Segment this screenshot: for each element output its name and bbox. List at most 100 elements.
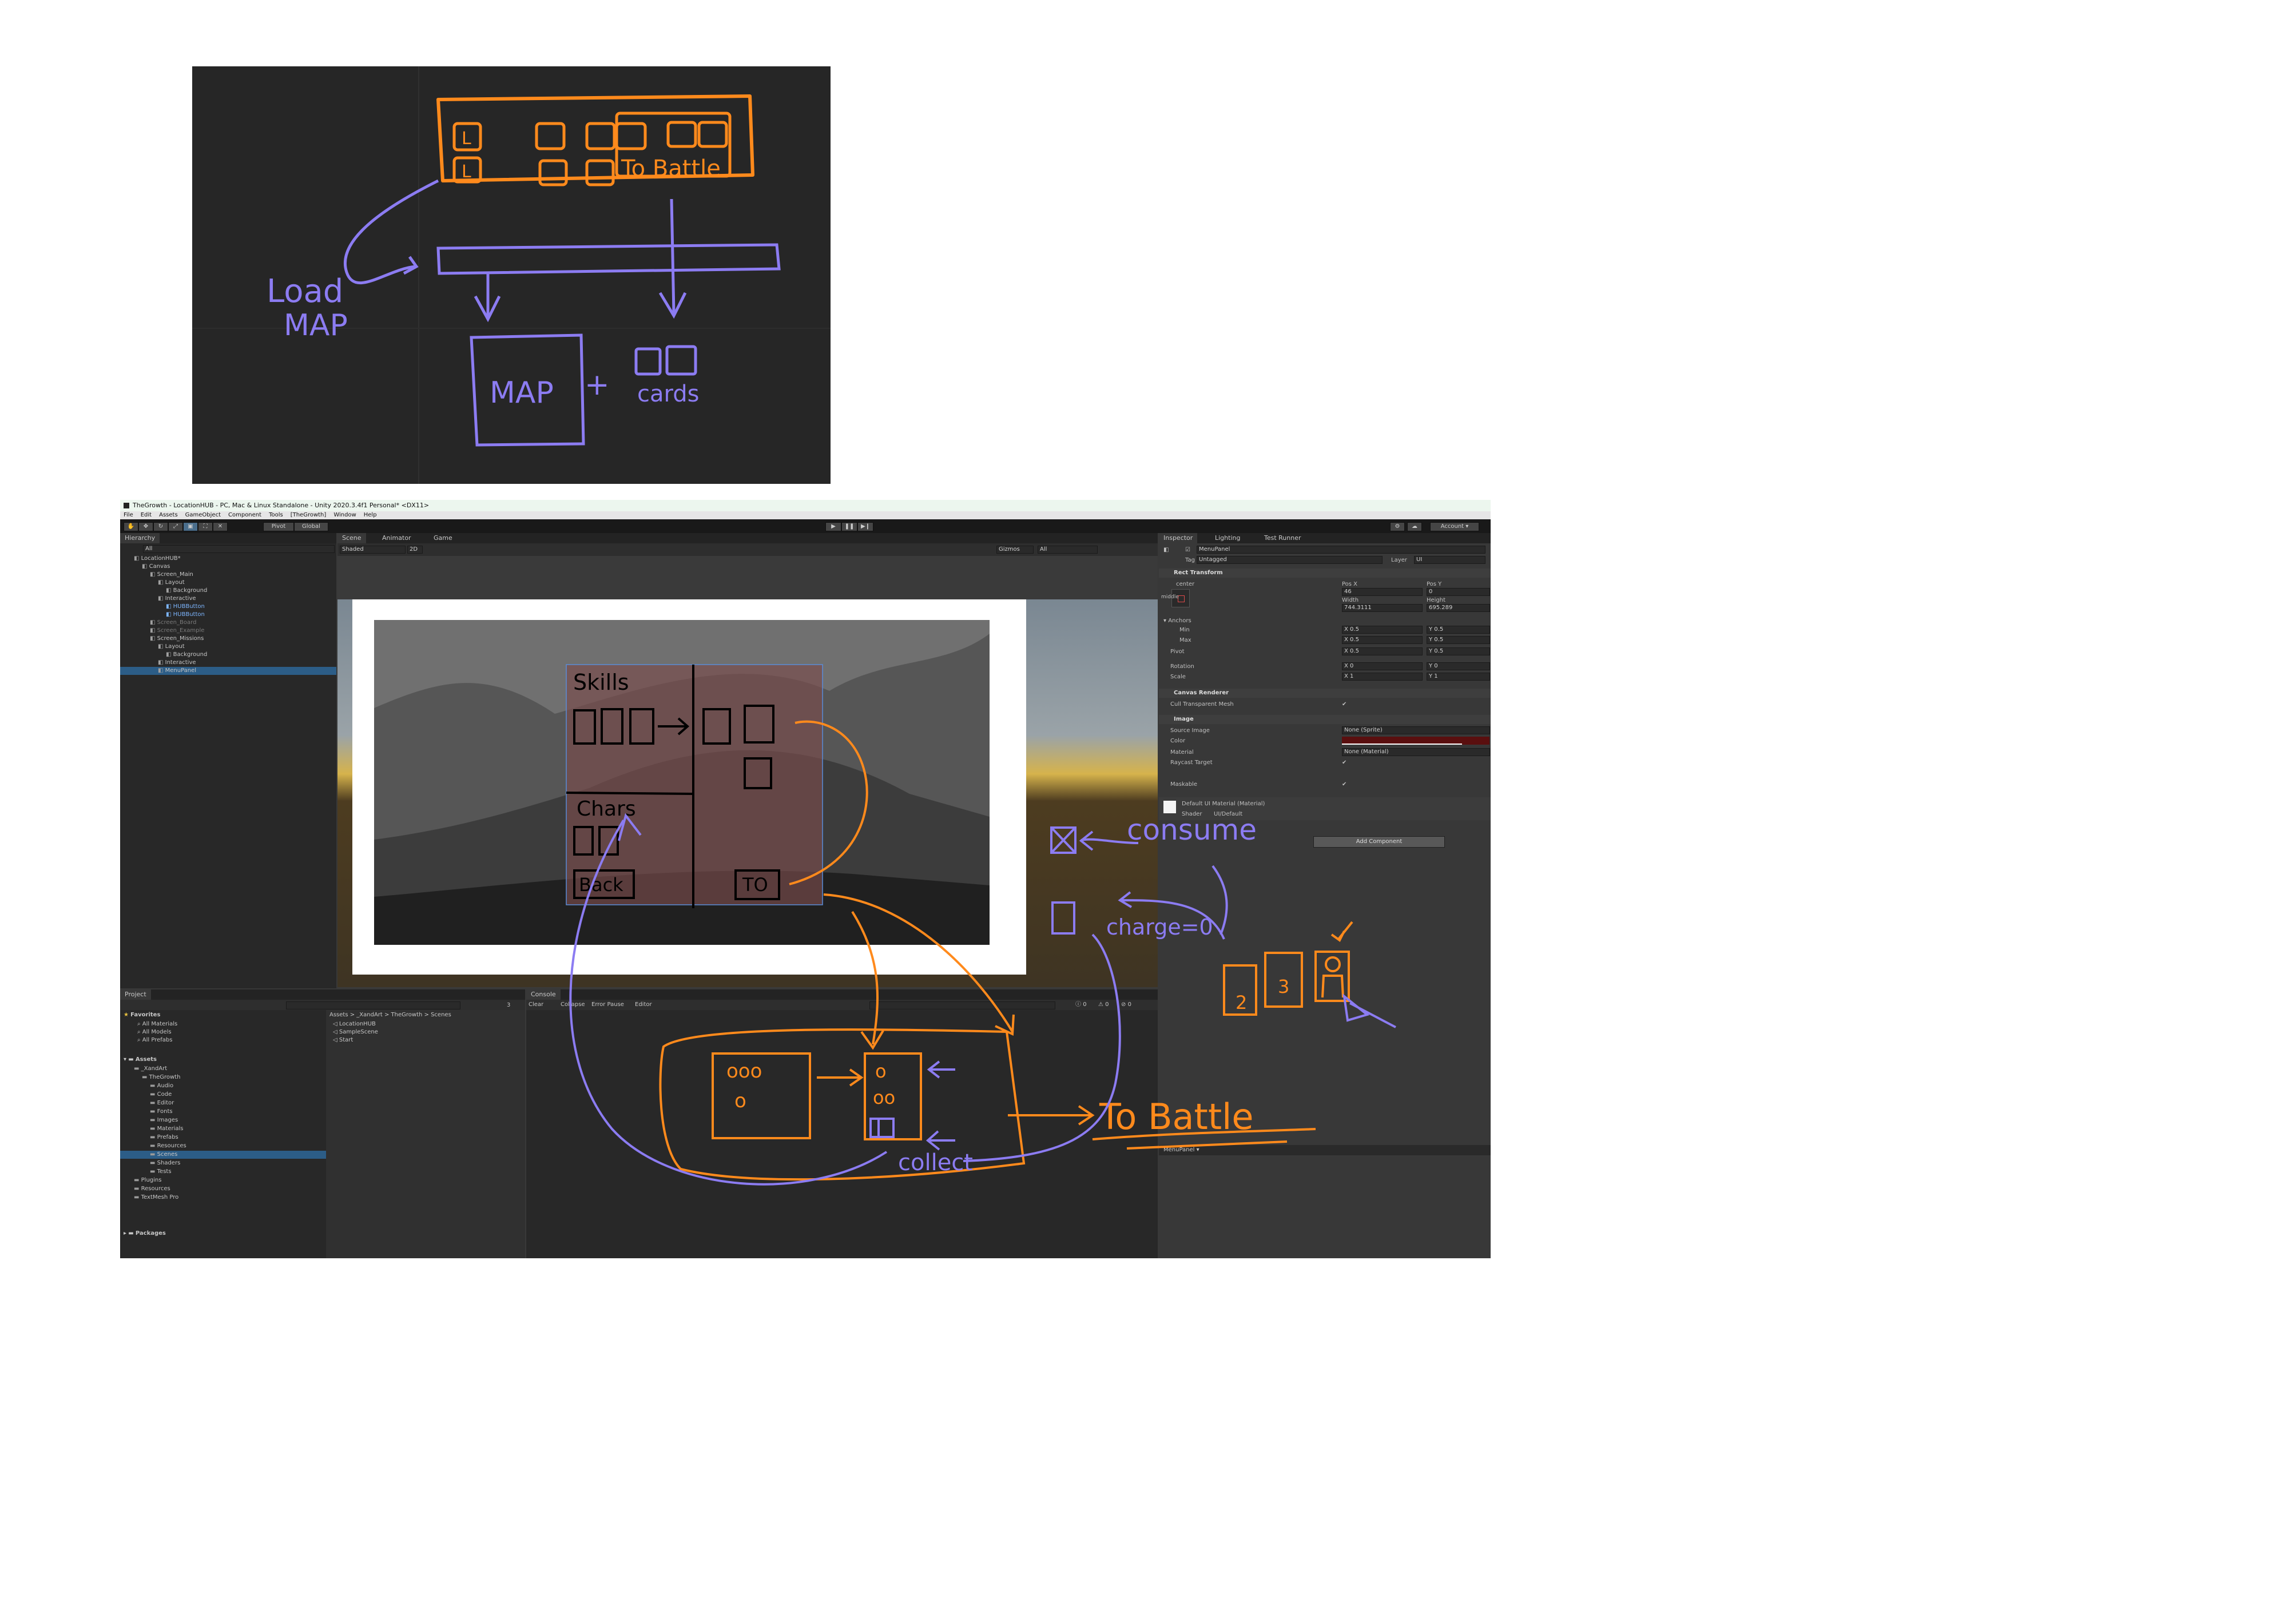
asset-folder[interactable]: ▬ Editor (120, 1099, 350, 1107)
gizmos-dropdown[interactable]: Gizmos (996, 546, 1034, 554)
console-search-input[interactable] (869, 1001, 1055, 1009)
cull-mesh-checkbox[interactable]: ✔ (1342, 701, 1346, 708)
preview-bar[interactable]: MenuPanel ▾ (1159, 1145, 1491, 1155)
material-field[interactable]: None (Material) (1342, 748, 1490, 756)
hierarchy-item[interactable]: ◧ Canvas (120, 563, 336, 571)
global-toggle[interactable]: Global (294, 522, 328, 531)
source-image-field[interactable]: None (Sprite) (1342, 726, 1490, 734)
asset-folder[interactable]: ▬ TheGrowth (120, 1074, 342, 1082)
menu-thegrowth[interactable]: [TheGrowth] (291, 512, 327, 518)
play-button[interactable]: ▶ (825, 522, 841, 531)
tab-project[interactable]: Project (120, 989, 151, 1000)
menu-window[interactable]: Window (333, 512, 356, 518)
height-field[interactable]: 695.289 (1427, 604, 1490, 612)
object-name-field[interactable]: MenuPanel (1197, 546, 1485, 554)
favorites-item[interactable]: ⌕ All Materials (137, 1020, 177, 1028)
asset-folder[interactable]: ▬ Images (120, 1116, 350, 1124)
tab-console[interactable]: Console (526, 989, 561, 1000)
hierarchy-item[interactable]: ◧ Layout (120, 579, 336, 587)
pivot-x-field[interactable]: X 0.5 (1342, 647, 1423, 655)
cloud-icon[interactable]: ☁ (1407, 522, 1422, 531)
favorites-item[interactable]: ⌕ All Models (137, 1028, 172, 1036)
anchors-max-y-field[interactable]: Y 0.5 (1427, 636, 1490, 644)
shading-dropdown[interactable]: Shaded (340, 546, 406, 554)
scale-tool-icon[interactable]: ⤢ (168, 522, 183, 531)
tab-inspector[interactable]: Inspector (1159, 533, 1198, 543)
rect-tool-icon[interactable]: ▣ (183, 522, 198, 531)
asset-folder[interactable]: ▬ Resources (120, 1142, 350, 1150)
pause-button[interactable]: ❚❚ (841, 522, 857, 531)
scene-file[interactable]: ◁ LocationHUB (333, 1020, 376, 1028)
2d-toggle[interactable]: 2D (407, 546, 423, 554)
hierarchy-item[interactable]: ◧ Interactive (120, 595, 336, 603)
asset-folder[interactable]: ▬ Prefabs (120, 1134, 350, 1142)
tab-lighting[interactable]: Lighting (1210, 533, 1245, 543)
tab-scene[interactable]: Scene (337, 533, 366, 543)
console-warning-count[interactable]: ⚠ 0 (1098, 1001, 1109, 1009)
assets-folder[interactable]: ▾ ▬ Assets (124, 1056, 157, 1064)
asset-folder[interactable]: ▬ TextMesh Pro (120, 1194, 334, 1202)
hierarchy-item[interactable]: ◧ Screen_Board (120, 619, 336, 627)
asset-folder[interactable]: ▬ Code (120, 1091, 350, 1099)
menu-gameobject[interactable]: GameObject (185, 512, 221, 518)
menu-help[interactable]: Help (364, 512, 377, 518)
account-dropdown[interactable]: Account ▾ (1430, 522, 1479, 531)
hierarchy-item[interactable]: ◧ Interactive (120, 659, 336, 667)
rect-transform-header[interactable]: Rect Transform (1159, 569, 1491, 578)
hierarchy-item[interactable]: ◧ Background (120, 651, 336, 659)
packages-folder[interactable]: ▸ ▬ Packages (124, 1230, 166, 1238)
asset-folder[interactable]: ▬ Plugins (120, 1176, 334, 1184)
console-log-count[interactable]: ⓘ 0 (1075, 1001, 1087, 1009)
hierarchy-item[interactable]: ◧ Screen_Missions (120, 635, 336, 643)
rotate-tool-icon[interactable]: ↻ (153, 522, 168, 531)
hierarchy-item[interactable]: ◧ Screen_Example (120, 627, 336, 635)
hierarchy-item[interactable]: ◧ HUBButton (120, 603, 336, 611)
scene-file[interactable]: ◁ SampleScene (333, 1028, 378, 1036)
move-tool-icon[interactable]: ✥ (138, 522, 153, 531)
layer-dropdown[interactable]: UI (1414, 556, 1485, 564)
hierarchy-item[interactable]: ◧ Layout (120, 643, 336, 651)
menu-component[interactable]: Component (228, 512, 261, 518)
menu-tools[interactable]: Tools (269, 512, 283, 518)
console-editor-dropdown[interactable]: Editor (635, 1001, 652, 1009)
menu-file[interactable]: File (124, 512, 133, 518)
image-header[interactable]: Image (1159, 715, 1491, 724)
pos-x-field[interactable]: 46 (1342, 588, 1423, 596)
pos-y-field[interactable]: 0 (1427, 588, 1490, 596)
hierarchy-item[interactable]: ◧ Background (120, 587, 336, 595)
color-field[interactable] (1342, 737, 1489, 745)
asset-folder[interactable]: ▬ Scenes (120, 1151, 350, 1159)
favorites-item[interactable]: ⌕ All Prefabs (137, 1036, 172, 1044)
asset-folder[interactable]: ▬ Materials (120, 1125, 350, 1133)
scene-file[interactable]: ◁ Start (333, 1036, 353, 1044)
active-checkbox[interactable]: ☑ (1185, 547, 1190, 554)
collab-icon[interactable]: ⚙ (1390, 522, 1405, 531)
asset-folder[interactable]: ▬ Fonts (120, 1108, 350, 1116)
project-search-input[interactable] (286, 1001, 460, 1009)
hand-tool-icon[interactable]: ✋ (124, 522, 138, 531)
hierarchy-search-input[interactable]: All (143, 545, 335, 553)
menu-edit[interactable]: Edit (141, 512, 152, 518)
hierarchy-item[interactable]: ◧ Screen_Main (120, 571, 336, 579)
anchors-max-x-field[interactable]: X 0.5 (1342, 636, 1423, 644)
tab-animator[interactable]: Animator (378, 533, 416, 543)
transform-tool-icon[interactable]: ⛶ (198, 522, 213, 531)
hierarchy-item[interactable]: ◧ HUBButton (120, 611, 336, 619)
rotation-y-field[interactable]: Y 0 (1427, 662, 1490, 670)
scale-y-field[interactable]: Y 1 (1427, 673, 1490, 681)
asset-folder[interactable]: ▬ _XandArt (120, 1065, 334, 1073)
favorites-folder[interactable]: ★ Favorites (124, 1011, 160, 1019)
asset-folder[interactable]: ▬ Shaders (120, 1159, 350, 1167)
step-button[interactable]: ▶❙ (857, 522, 873, 531)
tab-hierarchy[interactable]: Hierarchy (120, 533, 160, 543)
tab-test-runner[interactable]: Test Runner (1260, 533, 1306, 543)
asset-folder[interactable]: ▬ Audio (120, 1082, 350, 1090)
console-clear-button[interactable]: Clear (529, 1001, 543, 1009)
console-collapse-button[interactable]: Collapse (561, 1001, 585, 1009)
asset-folder[interactable]: ▬ Resources (120, 1185, 334, 1193)
hierarchy-item[interactable]: ◧ LocationHUB* (120, 555, 336, 563)
anchors-min-y-field[interactable]: Y 0.5 (1427, 626, 1490, 634)
menu-assets[interactable]: Assets (159, 512, 178, 518)
scene-search-input[interactable]: All (1038, 546, 1098, 554)
anchors-min-x-field[interactable]: X 0.5 (1342, 626, 1423, 634)
